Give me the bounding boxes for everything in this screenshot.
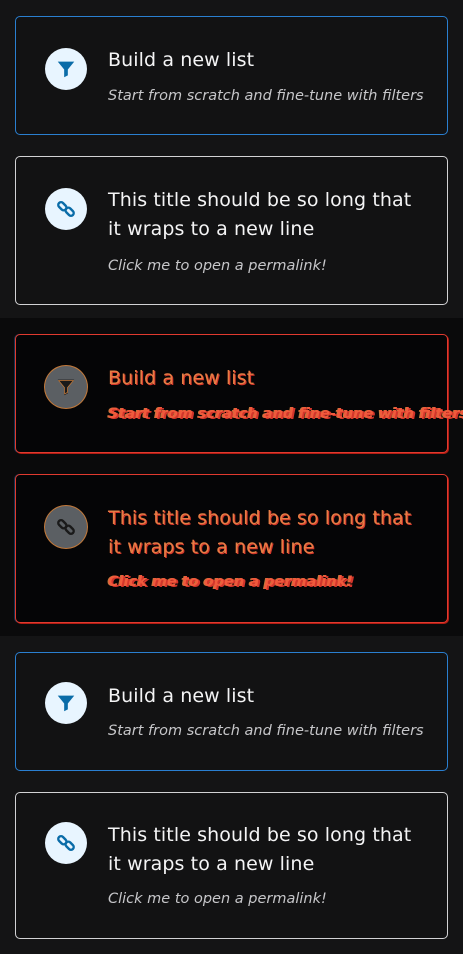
card-title: This title should be so long that it wra… [108, 507, 412, 558]
filter-icon [45, 48, 87, 90]
card-subtitle: Start from scratch and fine-tune with fi… [108, 406, 463, 422]
link-icon [45, 822, 87, 864]
card-title: Build a new list [108, 49, 255, 71]
card-subtitle: Click me to open a permalink! [108, 258, 327, 274]
card-title: Build a new list [108, 685, 255, 707]
card-subtitle: Start from scratch and fine-tune with fi… [108, 723, 424, 739]
link-icon [45, 506, 87, 548]
build-list-card[interactable]: Build a new list Start from scratch and … [15, 652, 448, 771]
build-list-card[interactable]: Build a new list Start from scratch and … [15, 16, 448, 135]
card-title: Build a new list [108, 367, 255, 389]
card-subtitle: Click me to open a permalink! [108, 574, 353, 590]
permalink-card-glitched[interactable]: This title should be so long that it wra… [15, 474, 448, 623]
section-default-2: Build a new list Start from scratch and … [0, 636, 463, 954]
card-subtitle: Start from scratch and fine-tune with fi… [108, 88, 424, 104]
link-icon [45, 188, 87, 230]
section-glitched: Build a new list Start from scratch and … [0, 318, 463, 636]
card-title: This title should be so long that it wra… [108, 189, 412, 240]
filter-icon [45, 366, 87, 408]
card-title: This title should be so long that it wra… [108, 824, 412, 875]
section-default: Build a new list Start from scratch and … [0, 0, 463, 318]
card-subtitle: Click me to open a permalink! [108, 891, 327, 907]
permalink-card[interactable]: This title should be so long that it wra… [15, 156, 448, 305]
build-list-card-glitched[interactable]: Build a new list Start from scratch and … [15, 334, 463, 453]
filter-icon [45, 682, 87, 724]
permalink-card[interactable]: This title should be so long that it wra… [15, 792, 448, 939]
